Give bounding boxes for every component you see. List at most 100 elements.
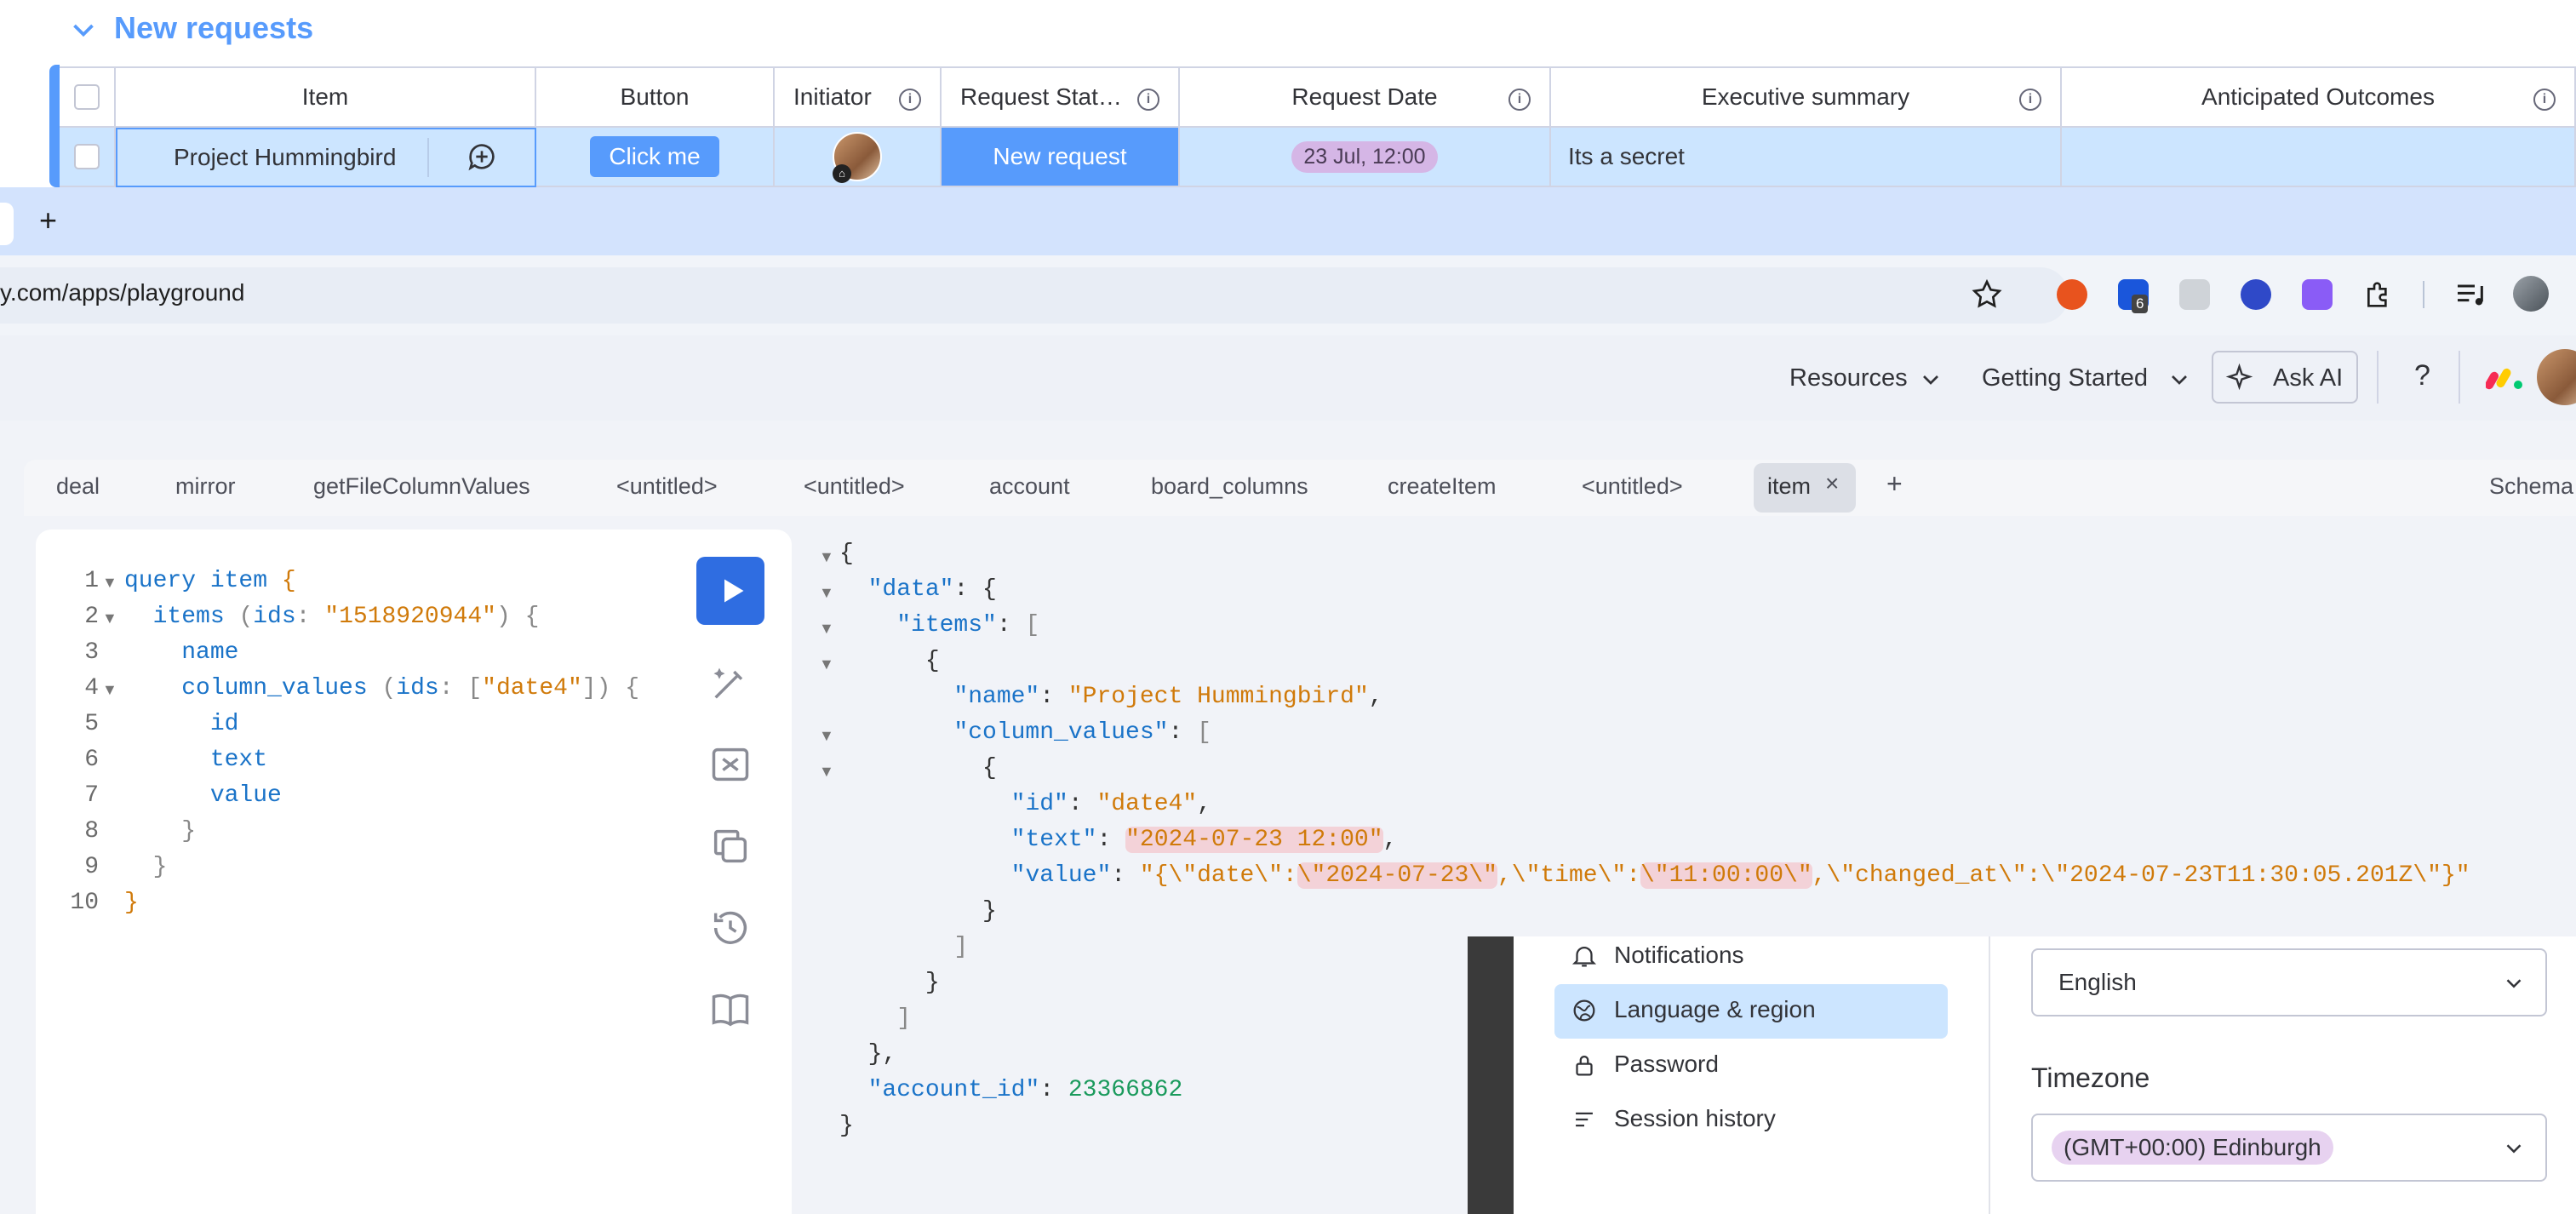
divider [2459, 351, 2460, 404]
tab-board-columns[interactable]: board_columns [1151, 473, 1308, 500]
line-number: 9 [84, 854, 99, 880]
table-row-item-cell[interactable]: Project Hummingbird [116, 128, 536, 187]
ds-extension-icon[interactable] [2241, 279, 2271, 310]
duckduckgo-extension-icon[interactable] [2057, 279, 2087, 310]
fold-arrow-icon[interactable]: ▼ [819, 548, 834, 566]
outcomes-cell[interactable] [2062, 128, 2576, 187]
fold-arrow-icon[interactable]: ▼ [819, 763, 834, 781]
avatar[interactable]: ⌂ [833, 132, 882, 183]
tab-item[interactable]: item [1767, 473, 1811, 500]
new-tab-button[interactable]: + [39, 203, 57, 238]
select-all-checkbox[interactable] [74, 84, 100, 110]
tab-deal[interactable]: deal [56, 473, 100, 500]
info-icon[interactable]: i [1508, 89, 1531, 111]
monday-logo-icon[interactable] [2486, 363, 2525, 392]
prettify-wand-icon[interactable] [708, 661, 753, 705]
line-number: 8 [84, 818, 99, 845]
column-header-button[interactable]: Button [536, 66, 775, 128]
info-icon[interactable]: i [2019, 89, 2041, 111]
chevron-down-icon [2506, 1144, 2522, 1154]
click-me-button[interactable]: Click me [590, 136, 719, 177]
sparkle-icon [2225, 363, 2253, 391]
getting-started-menu[interactable]: Getting Started [1982, 364, 2148, 392]
settings-menu-language-region[interactable]: Language & region [1614, 996, 1816, 1023]
extensions-puzzle-icon[interactable] [2361, 278, 2396, 312]
column-header-initiator[interactable]: Initiator i [775, 66, 942, 128]
fold-arrow-icon[interactable]: ▼ [819, 584, 834, 602]
ask-ai-button[interactable]: Ask AI [2212, 351, 2358, 404]
group-title[interactable]: New requests [114, 10, 313, 46]
summary-cell[interactable]: Its a secret [1551, 128, 2062, 187]
fold-arrow-icon[interactable]: ▼ [102, 681, 117, 699]
fold-arrow-icon[interactable]: ▼ [819, 656, 834, 673]
column-header-request-date[interactable]: Request Date i [1180, 66, 1551, 128]
date-cell[interactable]: 23 Jul, 12:00 [1180, 128, 1551, 187]
info-icon[interactable]: i [1137, 89, 1159, 111]
column-label: Item [301, 83, 349, 110]
fold-arrow-icon[interactable]: ▼ [102, 574, 117, 592]
fold-arrow-icon[interactable]: ▼ [819, 727, 834, 745]
active-tab-edge[interactable] [0, 203, 14, 245]
result-value-date: 2024-07-23 [1325, 862, 1469, 889]
notes-extension-icon[interactable] [2179, 279, 2210, 310]
result-value-time: 11:00:00 [1669, 862, 1784, 889]
ask-ai-label: Ask AI [2273, 364, 2344, 392]
tab-untitled-1[interactable]: <untitled> [616, 473, 718, 500]
language-dropdown[interactable]: English [2031, 948, 2547, 1016]
chevron-down-icon[interactable] [2166, 366, 2193, 393]
chevron-down-icon[interactable] [1917, 366, 1944, 393]
settings-menu-session-history[interactable]: Session history [1614, 1105, 1776, 1132]
tab-mirror[interactable]: mirror [175, 473, 235, 500]
settings-menu-password[interactable]: Password [1614, 1051, 1719, 1078]
tab-untitled-3[interactable]: <untitled> [1582, 473, 1683, 500]
tab-untitled-2[interactable]: <untitled> [804, 473, 905, 500]
tab-account[interactable]: account [989, 473, 1070, 500]
fold-arrow-icon[interactable]: ▼ [819, 620, 834, 638]
row-checkbox[interactable] [74, 144, 100, 169]
fold-arrow-icon[interactable]: ▼ [102, 610, 117, 627]
bookmark-star-icon[interactable] [1970, 278, 2004, 312]
initiator-cell[interactable]: ⌂ [775, 128, 942, 187]
column-header-anticipated-outcomes[interactable]: Anticipated Outcomes i [2062, 66, 2576, 128]
schema-toggle[interactable]: Schema [2489, 473, 2573, 500]
line-number: 5 [84, 711, 99, 737]
status-cell[interactable]: New request [942, 128, 1180, 187]
tab-createitem[interactable]: createItem [1388, 473, 1497, 500]
column-header-item[interactable]: Item [116, 66, 536, 128]
copy-icon[interactable] [708, 824, 753, 868]
chevron-down-icon[interactable] [68, 15, 99, 46]
line-numbers: 1 2 3 4 5 6 7 8 9 10 [68, 564, 99, 921]
add-tab-button[interactable]: + [1886, 468, 1903, 500]
line-number: 10 [70, 890, 99, 916]
item-name: Project Hummingbird [174, 144, 397, 170]
bell-icon [1571, 947, 1597, 967]
help-button[interactable]: ? [2414, 359, 2430, 392]
column-header-executive-summary[interactable]: Executive summary i [1551, 66, 2062, 128]
tab-getfilecolumnvalues[interactable]: getFileColumnValues [313, 473, 530, 500]
line-number: 2 [84, 604, 99, 630]
info-icon[interactable]: i [899, 89, 921, 111]
resources-menu[interactable]: Resources [1789, 364, 1908, 392]
profile-avatar[interactable] [2513, 276, 2549, 312]
extension-with-badge-icon[interactable]: 6 [2118, 279, 2149, 313]
add-update-icon[interactable] [465, 140, 499, 174]
docs-book-icon[interactable] [708, 988, 753, 1032]
url-text[interactable]: y.com/apps/playground [0, 279, 244, 306]
media-queue-icon[interactable] [2453, 278, 2487, 312]
settings-side-strip [1468, 936, 1514, 1214]
column-label: Initiator [793, 83, 872, 110]
run-query-button[interactable] [696, 557, 764, 625]
history-icon[interactable] [708, 906, 753, 950]
info-icon[interactable]: i [2533, 89, 2556, 111]
close-tab-icon[interactable]: × [1825, 470, 1839, 497]
merge-fragments-icon[interactable] [708, 742, 753, 787]
query-code[interactable]: query item { items (ids: "1518920944") {… [124, 564, 639, 921]
d-extension-icon[interactable] [2302, 279, 2333, 310]
result-text: 2024-07-23 12:00 [1139, 827, 1369, 853]
column-header-request-status[interactable]: Request Stat… i [942, 66, 1180, 128]
settings-menu-notifications[interactable]: Notifications [1614, 942, 1744, 969]
timezone-dropdown[interactable]: (GMT+00:00) Edinburgh [2031, 1114, 2547, 1182]
chevron-down-icon [2506, 979, 2522, 988]
browser-tab-strip: + [0, 187, 2576, 255]
address-bar[interactable] [0, 267, 2069, 324]
